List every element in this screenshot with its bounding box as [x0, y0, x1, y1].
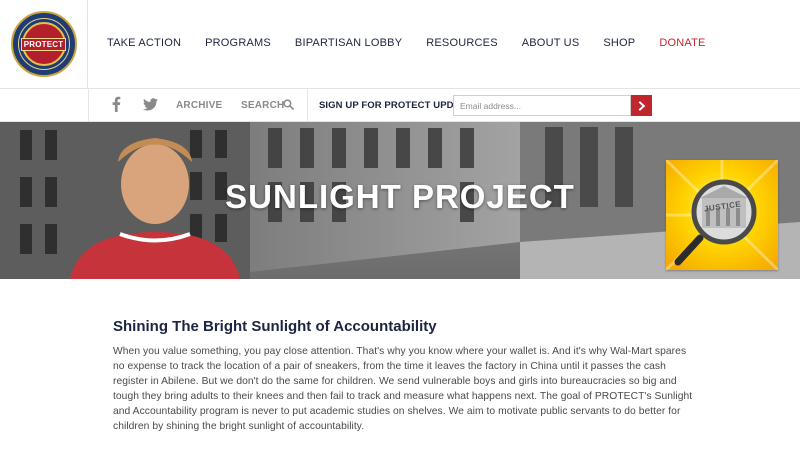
nav-donate[interactable]: DONATE: [659, 37, 705, 49]
utility-bar: ARCHIVE SEARCH SIGN UP FOR PROTECT UPDAT…: [0, 88, 800, 123]
archive-link[interactable]: ARCHIVE: [176, 100, 222, 111]
hero-banner: SUNLIGHT PROJECT JUSTICE: [0, 122, 800, 279]
logo-shield: PROTECT: [20, 22, 67, 66]
email-field[interactable]: [453, 95, 631, 116]
nav-resources[interactable]: RESOURCES: [426, 37, 497, 49]
site-header: PROTECT TAKE ACTION PROGRAMS BIPARTISAN …: [0, 0, 800, 88]
nav-about-us[interactable]: ABOUT US: [522, 37, 580, 49]
main-nav: TAKE ACTION PROGRAMS BIPARTISAN LOBBY RE…: [107, 37, 730, 49]
search-icon[interactable]: [283, 99, 294, 110]
main-content: Shining The Bright Sunlight of Accountab…: [113, 318, 693, 434]
divider: [88, 89, 89, 123]
logo-link[interactable]: PROTECT: [0, 0, 88, 88]
logo-text: PROTECT: [20, 37, 67, 51]
nav-bipartisan-lobby[interactable]: BIPARTISAN LOBBY: [295, 37, 402, 49]
nav-programs[interactable]: PROGRAMS: [205, 37, 271, 49]
justice-magnifier-badge: JUSTICE: [666, 160, 778, 270]
section-body: When you value something, you pay close …: [113, 346, 693, 432]
search-link[interactable]: SEARCH: [241, 100, 284, 111]
nav-shop[interactable]: SHOP: [603, 37, 635, 49]
chevron-right-icon: [638, 100, 645, 111]
magnifying-glass-icon: [666, 160, 778, 270]
facebook-icon[interactable]: [110, 96, 122, 112]
protect-logo: PROTECT: [10, 11, 77, 77]
section-heading: Shining The Bright Sunlight of Accountab…: [113, 318, 437, 335]
twitter-icon[interactable]: [143, 98, 158, 111]
email-submit-button[interactable]: [631, 95, 652, 116]
divider: [307, 89, 308, 123]
nav-take-action[interactable]: TAKE ACTION: [107, 37, 181, 49]
